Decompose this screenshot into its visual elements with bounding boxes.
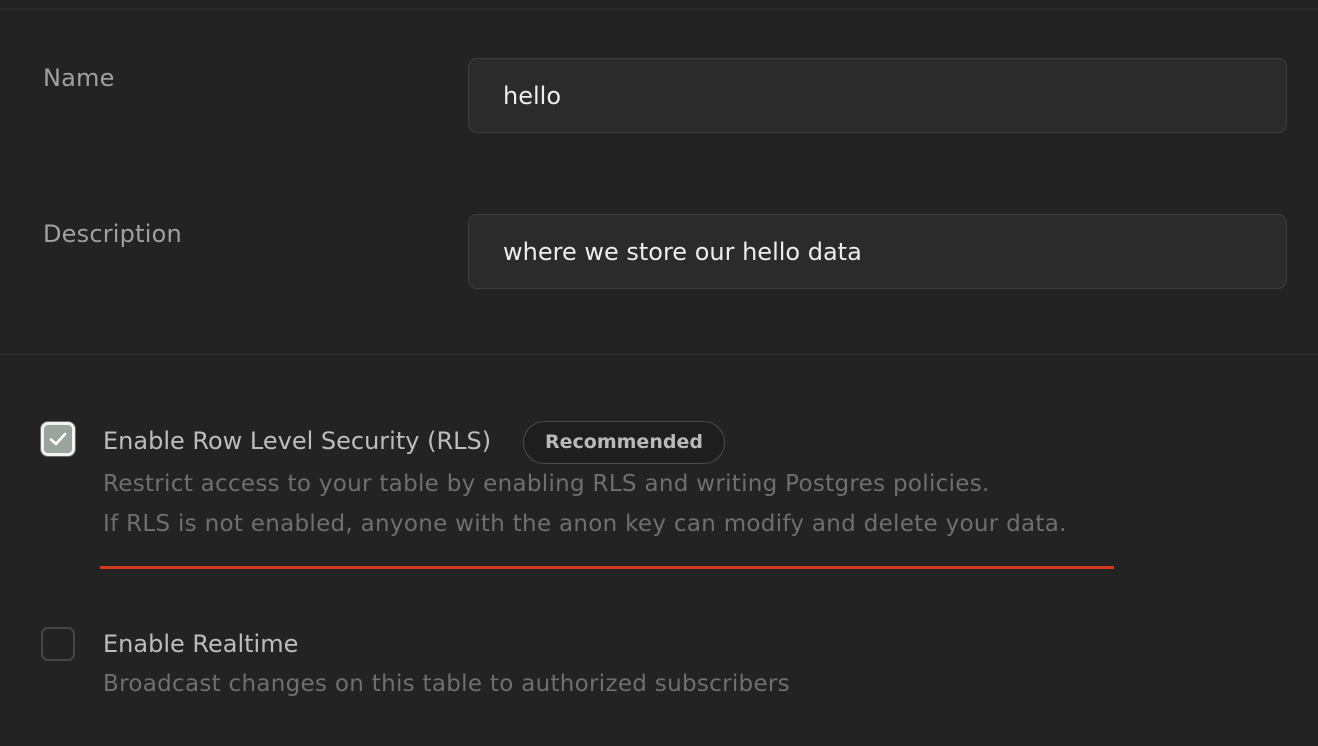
rls-checkbox[interactable] (41, 422, 75, 456)
name-label: Name (43, 64, 115, 92)
check-icon (49, 432, 67, 446)
rls-description-line2: If RLS is not enabled, anyone with the a… (103, 511, 1067, 537)
realtime-description: Broadcast changes on this table to autho… (103, 671, 790, 697)
section-divider (0, 354, 1318, 355)
realtime-checkbox[interactable] (41, 627, 75, 661)
warning-underline (100, 566, 1114, 569)
recommended-badge: Recommended (523, 421, 725, 464)
table-settings-panel: Name Description Enable Row Level Securi… (0, 0, 1318, 746)
realtime-title[interactable]: Enable Realtime (103, 630, 298, 658)
description-input[interactable] (468, 214, 1287, 289)
top-divider (0, 8, 1318, 10)
name-input[interactable] (468, 58, 1287, 133)
rls-description-line1: Restrict access to your table by enablin… (103, 471, 990, 497)
description-label: Description (43, 220, 182, 248)
rls-title[interactable]: Enable Row Level Security (RLS) (103, 427, 491, 455)
